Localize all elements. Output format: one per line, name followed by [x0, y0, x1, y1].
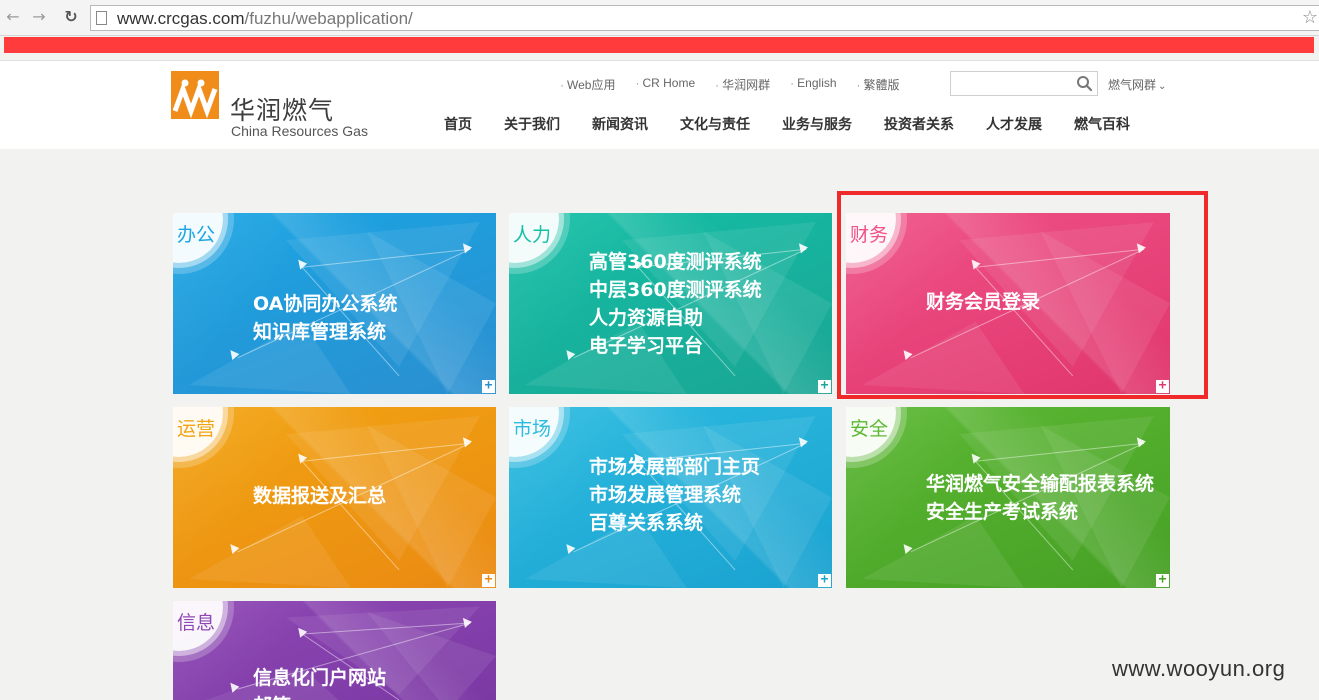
expand-plus-icon[interactable]: + — [818, 379, 831, 393]
back-arrow-icon[interactable]: ← — [4, 8, 22, 26]
tile-category-label: 人力 — [513, 224, 552, 246]
tile-safety[interactable]: 安全华润燃气安全输配报表系统 安全生产考试系统 + — [846, 407, 1170, 588]
brand-name-en: China Resources Gas — [231, 123, 368, 139]
expand-plus-icon[interactable]: + — [482, 379, 495, 393]
highlight-box — [837, 191, 1208, 399]
nav-home[interactable]: 首页 — [444, 114, 472, 134]
search-icon[interactable] — [1076, 75, 1093, 92]
watermark: www.wooyun.org — [1112, 656, 1286, 681]
tile-links: 市场发展部部门主页 市场发展管理系统 百尊关系系统 — [589, 453, 760, 537]
site-header: 华润燃气 China Resources Gas Web应用 CR Home 华… — [0, 61, 1319, 149]
util-link-traditional[interactable]: 繁體版 — [857, 76, 900, 94]
utility-links: Web应用 CR Home 华润网群 English 繁體版 — [560, 76, 920, 94]
nav-careers[interactable]: 人才发展 — [986, 114, 1042, 134]
tile-operations[interactable]: 运营数据报送及汇总 + — [173, 407, 496, 588]
nav-news[interactable]: 新闻资讯 — [592, 114, 648, 134]
tile-category-label: 安全 — [850, 418, 889, 440]
tile-category-label: 运营 — [177, 418, 216, 440]
expand-plus-icon[interactable]: + — [818, 573, 831, 587]
nav-culture[interactable]: 文化与责任 — [680, 114, 750, 134]
tile-links: 数据报送及汇总 — [253, 482, 386, 510]
tile-links: 高管360度测评系统 中层360度测评系统 人力资源自助 电子学习平台 — [589, 248, 762, 360]
redaction-bar — [4, 37, 1314, 53]
search-input[interactable] — [950, 71, 1098, 96]
browser-toolbar: ← → ↻ www.crcgas.com/fuzhu/webapplicatio… — [0, 0, 1319, 36]
expand-plus-icon[interactable]: + — [1156, 573, 1169, 587]
group-network-dropdown[interactable]: 燃气网群 ⌄ — [1108, 76, 1166, 93]
util-link-webapp[interactable]: Web应用 — [560, 76, 615, 94]
tile-link[interactable]: 人力资源自助 — [589, 304, 762, 332]
nav-about[interactable]: 关于我们 — [504, 114, 560, 134]
tile-link[interactable]: 知识库管理系统 — [253, 318, 397, 346]
util-link-cr-group[interactable]: 华润网群 — [715, 76, 770, 94]
tile-link[interactable]: 市场发展管理系统 — [589, 481, 760, 509]
tile-link[interactable]: OA协同办公系统 — [253, 290, 397, 318]
tile-links: 信息化门户网站邮箱 — [253, 664, 386, 700]
brand-name-cn[interactable]: 华润燃气 — [230, 91, 334, 127]
tile-hr[interactable]: 人力高管360度测评系统 中层360度测评系统 人力资源自助 电子学习平台 + — [509, 213, 832, 394]
util-link-english[interactable]: English — [790, 76, 836, 94]
util-link-cr-home[interactable]: CR Home — [635, 76, 695, 94]
tile-link[interactable]: 市场发展部部门主页 — [589, 453, 760, 481]
tile-category-label: 市场 — [513, 418, 552, 440]
tile-office[interactable]: 办公 OA协同办公系统 知识库管理系统 + — [173, 213, 496, 394]
logo-icon[interactable] — [171, 71, 219, 119]
tile-links: OA协同办公系统 知识库管理系统 — [253, 290, 397, 346]
tile-category-label: 办公 — [177, 224, 216, 246]
tile-link[interactable]: 信息化门户网站 — [253, 664, 386, 692]
url-path: /fuzhu/webapplication/ — [244, 9, 413, 28]
nav-investors[interactable]: 投资者关系 — [884, 114, 954, 134]
tile-link[interactable]: 数据报送及汇总 — [253, 482, 386, 510]
tile-link[interactable]: 安全生产考试系统 — [926, 498, 1154, 526]
tile-link[interactable]: 百尊关系系统 — [589, 509, 760, 537]
chevron-down-icon: ⌄ — [1158, 81, 1167, 92]
tile-info[interactable]: 信息信息化门户网站邮箱 — [173, 601, 496, 700]
bookmark-star-icon[interactable]: ☆ — [1302, 7, 1318, 28]
reload-icon[interactable]: ↻ — [62, 8, 80, 26]
tile-category-label: 信息 — [177, 612, 216, 634]
url-host: www.crcgas.com — [117, 9, 245, 28]
main-nav: 首页 关于我们 新闻资讯 文化与责任 业务与服务 投资者关系 人才发展 燃气百科 — [428, 114, 1146, 134]
nav-encyclopedia[interactable]: 燃气百科 — [1074, 114, 1130, 134]
tile-link[interactable]: 华润燃气安全输配报表系统 — [926, 470, 1154, 498]
tile-links: 华润燃气安全输配报表系统 安全生产考试系统 — [926, 470, 1154, 526]
group-network-label: 燃气网群 — [1108, 78, 1157, 92]
url-text[interactable]: www.crcgas.com/fuzhu/webapplication/ — [117, 9, 413, 29]
tile-link[interactable]: 邮箱 — [253, 692, 386, 700]
tile-link[interactable]: 电子学习平台 — [589, 332, 762, 360]
tile-link[interactable]: 高管360度测评系统 — [589, 248, 762, 276]
tile-link[interactable]: 中层360度测评系统 — [589, 276, 762, 304]
forward-arrow-icon[interactable]: → — [30, 8, 48, 26]
address-bar[interactable]: www.crcgas.com/fuzhu/webapplication/ ☆ — [90, 5, 1319, 31]
page-icon — [96, 11, 107, 25]
tile-market[interactable]: 市场市场发展部部门主页 市场发展管理系统 百尊关系系统 + — [509, 407, 832, 588]
nav-business[interactable]: 业务与服务 — [782, 114, 852, 134]
expand-plus-icon[interactable]: + — [482, 573, 495, 587]
